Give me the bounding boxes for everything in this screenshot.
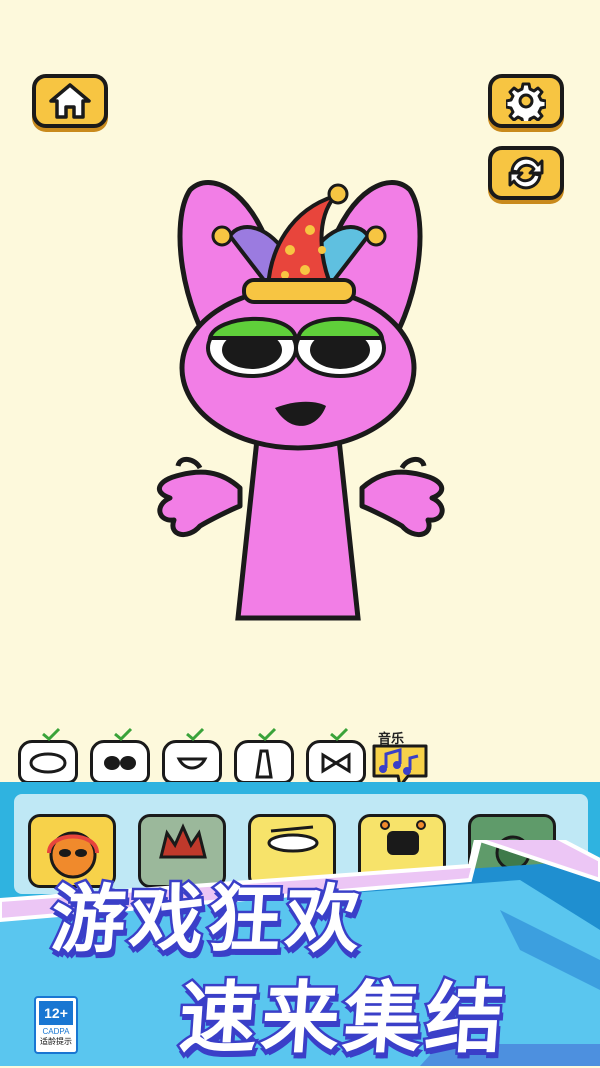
gear-icon (506, 82, 546, 121)
promo-line-2: 速来集结 (174, 972, 513, 1067)
tab-mouth[interactable] (162, 727, 222, 784)
check-icon (330, 727, 349, 741)
refresh-button[interactable] (488, 146, 564, 200)
tab-head-shape[interactable] (18, 727, 78, 784)
tab-bowtie[interactable] (306, 727, 366, 784)
eyes-icon (104, 756, 136, 770)
age-rating-tip: 适龄提示 (40, 1037, 72, 1046)
check-icon (258, 727, 277, 741)
character[interactable] (140, 170, 460, 630)
body-icon (255, 749, 273, 779)
category-tabs: 音乐 (18, 720, 448, 790)
age-rating-number: 12+ (39, 1001, 73, 1025)
check-icon (186, 727, 205, 741)
home-icon (49, 83, 91, 119)
right-hand (359, 457, 445, 537)
tab-eyes[interactable] (90, 727, 150, 784)
bowtie-icon (321, 752, 351, 774)
check-icon (42, 727, 61, 741)
age-rating-org: CADPA (42, 1027, 70, 1036)
promo-line-1: 游戏狂欢 (46, 875, 369, 966)
tab-body[interactable] (234, 727, 294, 784)
left-hand (156, 457, 243, 537)
music-tab-label: 音乐 (378, 732, 405, 747)
home-button[interactable] (32, 74, 108, 128)
age-rating-badge: 12+ CADPA 适龄提示 (34, 996, 78, 1054)
settings-button[interactable] (488, 74, 564, 128)
head-shape-icon (29, 752, 67, 774)
check-icon (114, 727, 133, 741)
refresh-icon (508, 156, 544, 190)
body (235, 427, 361, 621)
mouth-icon (176, 757, 208, 770)
